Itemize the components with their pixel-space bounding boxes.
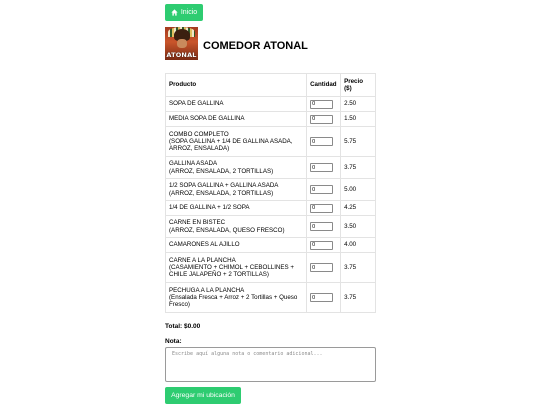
product-name: 1/4 DE GALLINA + 1/2 SOPA xyxy=(169,204,250,212)
product-description: (Ensalada Fresca + Arroz + 2 Tortillas +… xyxy=(169,293,298,309)
price-cell: 4.25 xyxy=(340,200,376,216)
price-cell: 3.75 xyxy=(340,282,376,313)
product-cell: CARNE A LA PLANCHA (CASAMIENTO + CHIMOL +… xyxy=(164,252,308,283)
product-name: 1/2 SOPA GALLINA + GALLINA ASADA xyxy=(169,182,279,190)
product-cell: CAMARONES AL AJILLO xyxy=(164,237,308,253)
product-description: (ARROZ, ENSALADA, QUESO FRESCO) xyxy=(169,226,285,234)
quantity-cell xyxy=(306,252,342,283)
table-row: PECHUGA A LA PLANCHA (Ensalada Fresca + A… xyxy=(164,282,376,313)
product-cell: COMBO COMPLETO (SOPA GALLINA + 1/4 DE GAL… xyxy=(164,126,308,157)
quantity-cell xyxy=(306,282,342,313)
product-cell: MEDIA SOPA DE GALLINA xyxy=(164,111,308,127)
column-header-quantity: Cantidad xyxy=(306,73,342,97)
price-cell: 2.50 xyxy=(340,96,376,112)
product-name: MEDIA SOPA DE GALLINA xyxy=(169,115,245,123)
add-location-button-label: Agregar mi ubicación xyxy=(171,392,235,399)
product-cell: PECHUGA A LA PLANCHA (Ensalada Fresca + A… xyxy=(164,282,308,313)
quantity-cell xyxy=(306,126,342,157)
column-header-product: Producto xyxy=(164,73,308,97)
price-cell: 1.50 xyxy=(340,111,376,127)
menu-table: Producto Cantidad Precio ($) SOPA DE GAL… xyxy=(164,73,376,313)
page-title: COMEDOR ATONAL xyxy=(203,40,308,52)
home-button-label: Inicio xyxy=(180,9,198,16)
product-description: (CASAMIENTO + CHIMOL + CEBOLLINES + CHIL… xyxy=(169,263,294,279)
product-name: SOPA DE GALLINA xyxy=(169,100,224,108)
column-header-price: Precio ($) xyxy=(340,73,376,97)
table-row: COMBO COMPLETO (SOPA GALLINA + 1/4 DE GAL… xyxy=(164,126,376,157)
quantity-input[interactable] xyxy=(310,114,334,124)
product-description: (ARROZ, ENSALADA, 2 TORTILLAS) xyxy=(169,189,274,197)
quantity-cell xyxy=(306,96,342,112)
add-location-button[interactable]: Agregar mi ubicación xyxy=(165,387,241,404)
quantity-input[interactable] xyxy=(310,293,334,302)
note-textarea[interactable] xyxy=(165,347,376,382)
product-cell: SOPA DE GALLINA xyxy=(164,96,308,112)
product-name: COMBO COMPLETO xyxy=(169,130,229,138)
price-cell: 4.00 xyxy=(340,237,376,253)
table-row: 1/2 SOPA GALLINA + GALLINA ASADA (ARROZ, … xyxy=(164,178,376,201)
quantity-cell xyxy=(306,215,342,238)
home-icon xyxy=(171,9,178,16)
quantity-input[interactable] xyxy=(310,185,334,194)
table-row: CARNE A LA PLANCHA (CASAMIENTO + CHIMOL +… xyxy=(164,252,376,283)
restaurant-logo: ATONAL xyxy=(165,27,198,60)
product-cell: GALLINA ASADA (ARROZ, ENSALADA, 2 TORTILL… xyxy=(164,156,308,179)
table-row: CARNE EN BISTEC (ARROZ, ENSALADA, QUESO F… xyxy=(164,215,376,238)
product-description: (ARROZ, ENSALADA, 2 TORTILLAS) xyxy=(169,167,274,175)
quantity-cell xyxy=(306,156,342,179)
quantity-input[interactable] xyxy=(310,203,334,213)
quantity-cell xyxy=(306,178,342,201)
quantity-input[interactable] xyxy=(310,163,334,172)
product-cell: 1/2 SOPA GALLINA + GALLINA ASADA (ARROZ, … xyxy=(164,178,308,201)
product-cell: CARNE EN BISTEC (ARROZ, ENSALADA, QUESO F… xyxy=(164,215,308,238)
price-cell: 3.50 xyxy=(340,215,376,238)
quantity-input[interactable] xyxy=(310,263,334,272)
table-row: GALLINA ASADA (ARROZ, ENSALADA, 2 TORTILL… xyxy=(164,156,376,179)
quantity-input[interactable] xyxy=(310,99,334,109)
quantity-input[interactable] xyxy=(310,222,334,231)
quantity-input[interactable] xyxy=(310,137,334,146)
product-cell: 1/4 DE GALLINA + 1/2 SOPA xyxy=(164,200,308,216)
price-cell: 3.75 xyxy=(340,156,376,179)
table-row: MEDIA SOPA DE GALLINA 1.50 xyxy=(164,111,376,127)
product-name: PECHUGA A LA PLANCHA xyxy=(169,286,245,294)
product-name: CARNE A LA PLANCHA xyxy=(169,256,236,264)
table-header-row: Producto Cantidad Precio ($) xyxy=(164,73,376,97)
price-cell: 5.75 xyxy=(340,126,376,157)
product-name: GALLINA ASADA xyxy=(169,160,218,168)
note-label: Nota: xyxy=(165,338,182,345)
quantity-input[interactable] xyxy=(310,240,334,250)
table-row: CAMARONES AL AJILLO 4.00 xyxy=(164,237,376,253)
product-description: (SOPA GALLINA + 1/4 DE GALLINA ASADA, AR… xyxy=(169,137,293,153)
quantity-cell xyxy=(306,111,342,127)
table-row: SOPA DE GALLINA 2.50 xyxy=(164,96,376,112)
price-cell: 3.75 xyxy=(340,252,376,283)
quantity-cell xyxy=(306,200,342,216)
product-name: CAMARONES AL AJILLO xyxy=(169,241,240,249)
quantity-cell xyxy=(306,237,342,253)
home-button[interactable]: Inicio xyxy=(165,4,203,21)
table-row: 1/4 DE GALLINA + 1/2 SOPA 4.25 xyxy=(164,200,376,216)
product-name: CARNE EN BISTEC xyxy=(169,219,226,227)
logo-text: ATONAL xyxy=(166,51,197,59)
order-total: Total: $0.00 xyxy=(165,323,201,330)
price-cell: 5.00 xyxy=(340,178,376,201)
